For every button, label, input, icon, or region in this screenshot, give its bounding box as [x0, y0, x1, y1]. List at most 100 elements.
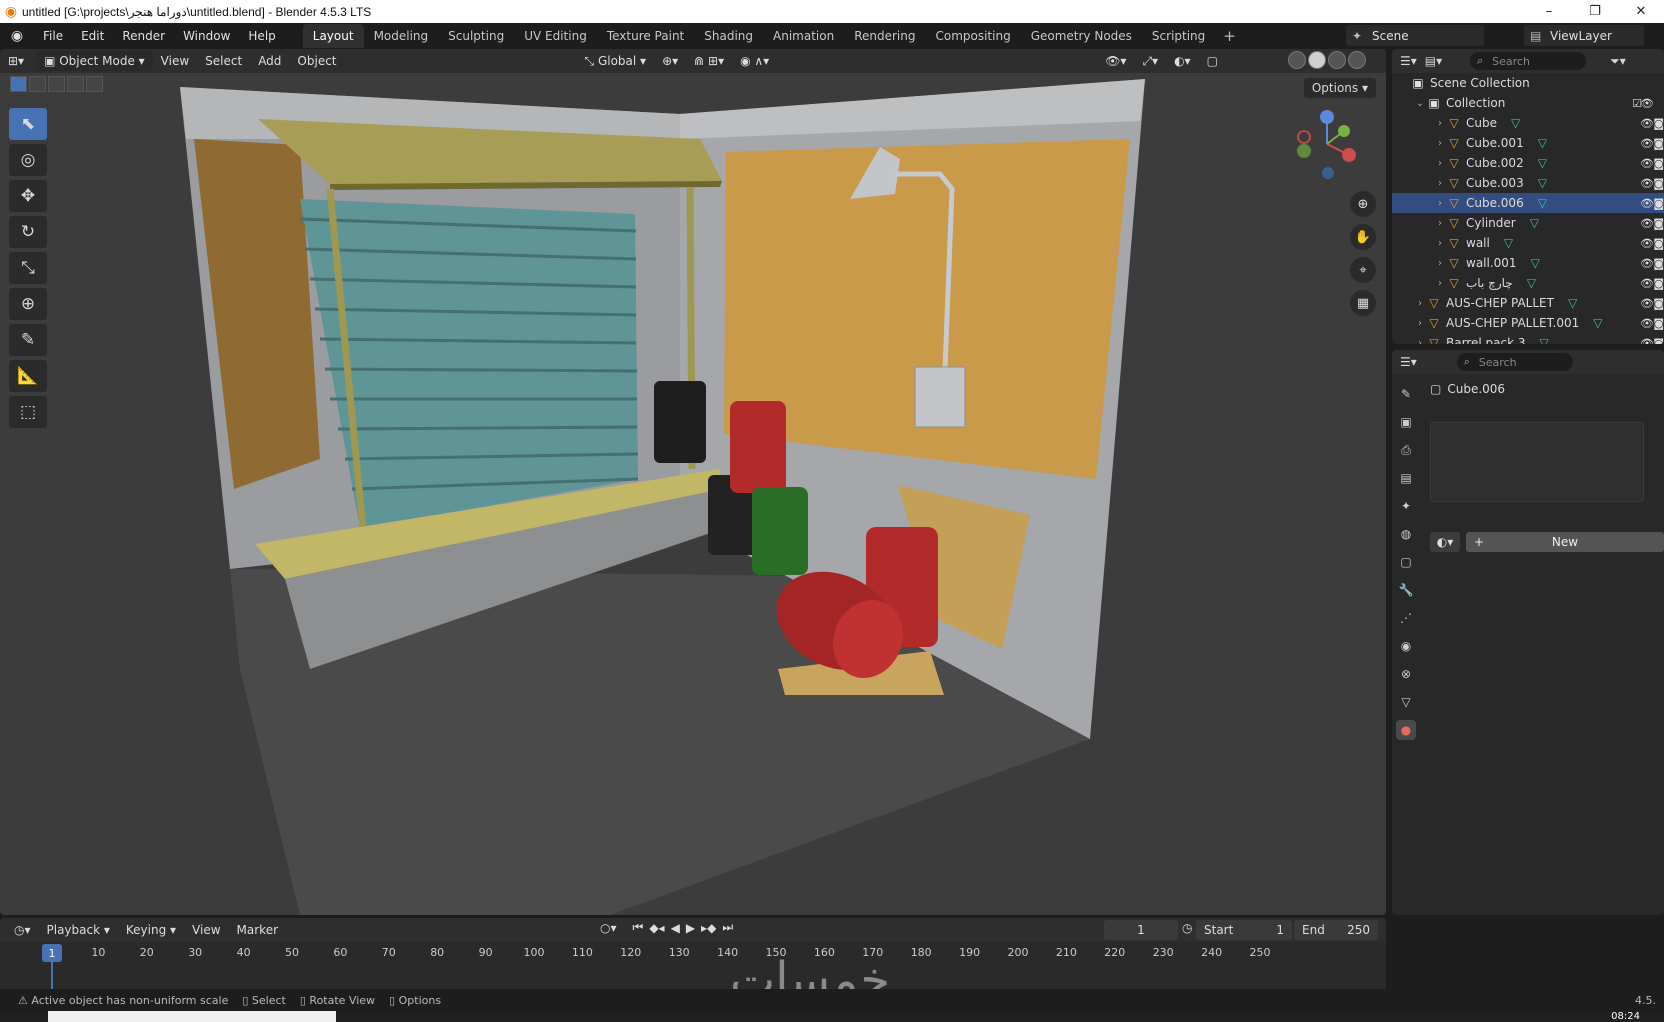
xray-icon[interactable]: ▢ [1199, 51, 1226, 71]
visibility-eye-icon[interactable]: 👁 [1640, 297, 1654, 310]
minimize-button[interactable]: – [1526, 0, 1572, 23]
outliner-item[interactable]: › ▽ چارچ باب ▽ 👁 ◙ [1392, 273, 1664, 293]
tool-tab-icon[interactable]: ✎ [1396, 384, 1416, 404]
scene-selector[interactable]: ✦ Scene [1346, 25, 1484, 46]
select-invert-button[interactable] [67, 76, 84, 92]
render-tab-icon[interactable]: ▣ [1396, 412, 1416, 432]
visibility-eye-icon[interactable]: 👁 [1640, 337, 1654, 345]
material-tab-icon[interactable]: ● [1396, 720, 1416, 740]
render-camera-icon[interactable]: ◙ [1653, 277, 1664, 290]
end-frame-field[interactable]: End 250 [1294, 920, 1378, 940]
visibility-eye-icon[interactable]: 👁 [1640, 317, 1654, 330]
close-button[interactable]: ✕ [1618, 0, 1664, 23]
visibility-eye-icon[interactable]: 👁 [1640, 157, 1654, 170]
tab-texture-paint[interactable]: Texture Paint [597, 24, 694, 48]
frame-ruler[interactable]: 10 20 30 40 50 60 70 80 90 100 110 120 130 140 150 160 1… [0, 944, 1386, 964]
rotate-tool-icon[interactable]: ↻ [9, 216, 47, 248]
tab-uv-editing[interactable]: UV Editing [514, 24, 597, 48]
scene-collection-row[interactable]: ▣ Scene Collection [1392, 73, 1664, 93]
tab-sculpting[interactable]: Sculpting [438, 24, 514, 48]
filter-icon[interactable]: ⏷▾ [1610, 54, 1626, 69]
visibility-eye-icon[interactable]: 👁 [1640, 117, 1654, 130]
render-camera-icon[interactable]: ◙ [1653, 297, 1664, 310]
visibility-eye-icon[interactable]: 👁 [1640, 257, 1654, 270]
render-camera-icon[interactable]: ◙ [1653, 317, 1664, 330]
outliner-item[interactable]: › ▽ AUS-CHEP PALLET ▽ 👁 ◙ [1392, 293, 1664, 313]
physics-tab-icon[interactable]: ◉ [1396, 636, 1416, 656]
outliner-item[interactable]: › ▽ Cube.003 ▽ 👁 ◙ [1392, 173, 1664, 193]
outliner-item[interactable]: › ▽ Cube.002 ▽ 👁 ◙ [1392, 153, 1664, 173]
view-layer-selector[interactable]: ▤ ViewLayer [1524, 25, 1644, 46]
view-layer-tab-icon[interactable]: ▤ [1396, 468, 1416, 488]
expand-chevron-icon[interactable]: › [1434, 218, 1446, 229]
select-box-tool-icon[interactable]: ⬉ [9, 108, 47, 140]
preview-range-icon[interactable]: ◷ [1182, 921, 1192, 935]
mode-dropdown[interactable]: ▣ Object Mode ▾ [36, 51, 153, 71]
scene-render[interactable] [0, 49, 1386, 915]
wireframe-shading-button[interactable] [1288, 51, 1306, 69]
jump-start-icon[interactable]: ⏮ [633, 920, 644, 935]
navigation-gizmo[interactable] [1292, 109, 1362, 179]
visibility-eye-icon[interactable]: 👁 [1640, 277, 1654, 290]
timeline-editor-icon[interactable]: ◷▾ [8, 923, 37, 937]
render-camera-icon[interactable]: ◙ [1653, 157, 1664, 170]
perspective-grid-icon[interactable]: ▦ [1350, 290, 1376, 316]
tab-layout[interactable]: Layout [302, 24, 364, 48]
material-slot-list[interactable] [1430, 422, 1644, 502]
tab-modeling[interactable]: Modeling [364, 24, 439, 48]
collection-row[interactable]: ⌄ ▣ Collection ☑ 👁 [1392, 93, 1664, 113]
outliner-item[interactable]: › ▽ Cube.006 ▽ 👁 ◙ [1392, 193, 1664, 213]
material-shading-button[interactable] [1328, 51, 1346, 69]
snap-icon[interactable]: ⋒ ⊞▾ [686, 51, 732, 71]
proportional-edit-icon[interactable]: ◉ ∧▾ [732, 51, 777, 71]
play-icon[interactable]: ▶ [686, 921, 695, 935]
browse-material-button[interactable]: ◐▾ [1430, 532, 1460, 552]
modifier-tab-icon[interactable]: 🔧 [1396, 580, 1416, 600]
properties-search-input[interactable]: Search [1456, 353, 1573, 371]
menu-help[interactable]: Help [239, 29, 284, 43]
outliner-item[interactable]: › ▽ wall.001 ▽ 👁 ◙ [1392, 253, 1664, 273]
cursor-tool-icon[interactable]: ◎ [9, 144, 47, 176]
blender-menu-icon[interactable]: ◉ [0, 28, 34, 44]
add-workspace-button[interactable]: + [1215, 27, 1244, 45]
solid-shading-button[interactable] [1308, 51, 1326, 69]
constraints-tab-icon[interactable]: ⊗ [1396, 664, 1416, 684]
expand-chevron-icon[interactable]: › [1434, 178, 1446, 189]
viewport-menu-add[interactable]: Add [250, 51, 289, 71]
tab-rendering[interactable]: Rendering [844, 24, 925, 48]
outliner-item[interactable]: › ▽ Cylinder ▽ 👁 ◙ [1392, 213, 1664, 233]
tab-shading[interactable]: Shading [694, 24, 763, 48]
record-icon[interactable]: ○▾ [600, 921, 617, 935]
visibility-eye-icon[interactable]: 👁 [1640, 177, 1654, 190]
expand-chevron-icon[interactable]: › [1434, 138, 1446, 149]
3d-viewport[interactable]: ⊞▾ ▣ Object Mode ▾ View Select Add Objec… [0, 49, 1386, 915]
tab-compositing[interactable]: Compositing [925, 24, 1020, 48]
scene-tab-icon[interactable]: ✦ [1396, 496, 1416, 516]
outliner-item[interactable]: › ▽ wall ▽ 👁 ◙ [1392, 233, 1664, 253]
new-material-button[interactable]: + New [1466, 532, 1664, 552]
visibility-eye-icon[interactable]: 👁 [1640, 237, 1654, 250]
prev-keyframe-icon[interactable]: ◆◂ [649, 921, 664, 935]
render-camera-icon[interactable]: ◙ [1653, 257, 1664, 270]
particles-tab-icon[interactable]: ⋰ [1396, 608, 1416, 628]
select-subtract-button[interactable] [48, 76, 65, 92]
measure-tool-icon[interactable]: 📐 [9, 360, 47, 392]
playback-menu[interactable]: Playback ▾ [41, 923, 116, 937]
viewport-options-button[interactable]: Options ▾ [1303, 78, 1376, 98]
zoom-icon[interactable]: ⊕ [1350, 191, 1376, 217]
tab-scripting[interactable]: Scripting [1142, 24, 1215, 48]
tab-geometry-nodes[interactable]: Geometry Nodes [1021, 24, 1142, 48]
visibility-eye-icon[interactable]: 👁 [1640, 197, 1654, 210]
expand-chevron-icon[interactable]: › [1414, 298, 1426, 309]
scale-tool-icon[interactable]: ⤡ [9, 252, 47, 284]
expand-chevron-icon[interactable]: › [1434, 258, 1446, 269]
object-tab-icon[interactable]: ▢ [1396, 552, 1416, 572]
expand-chevron-icon[interactable]: › [1434, 238, 1446, 249]
output-tab-icon[interactable]: ⎙ [1396, 440, 1416, 460]
render-camera-icon[interactable]: ◙ [1653, 237, 1664, 250]
viewport-menu-select[interactable]: Select [197, 51, 250, 71]
visibility-icon[interactable]: 👁▾ [1097, 51, 1134, 71]
expand-chevron-icon[interactable]: › [1434, 278, 1446, 289]
taskbar-search[interactable] [48, 1011, 336, 1022]
visibility-eye-icon[interactable]: 👁 [1640, 97, 1654, 110]
